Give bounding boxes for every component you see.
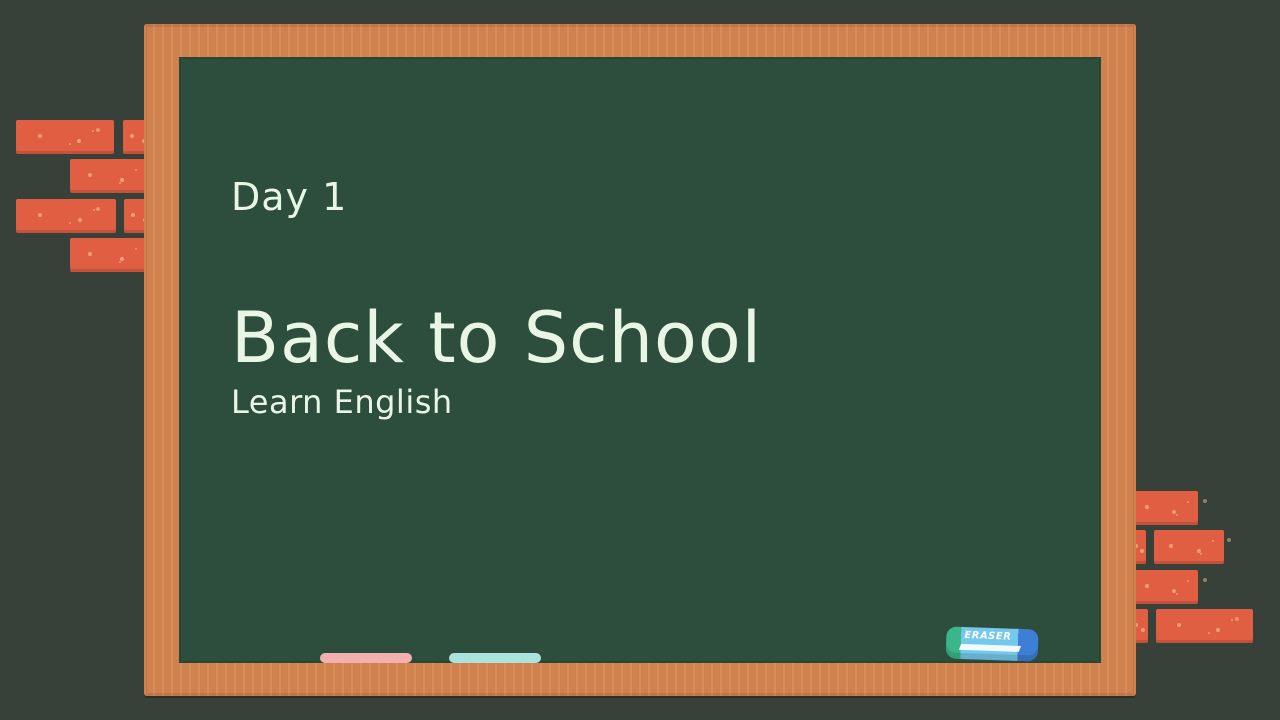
eraser-label: ERASER <box>964 629 1012 643</box>
brick <box>70 159 150 193</box>
blue-chalk-icon <box>449 653 541 663</box>
day-label[interactable]: Day 1 <box>231 175 347 219</box>
slide-subtitle[interactable]: Learn English <box>231 383 453 421</box>
brick <box>1130 570 1198 604</box>
slide-canvas: Day 1 Back to School Learn English ERASE… <box>0 0 1280 720</box>
eraser-icon: ERASER <box>945 626 1040 667</box>
brick <box>70 238 150 272</box>
pink-chalk-icon <box>320 653 412 663</box>
brick <box>16 199 116 233</box>
brick <box>16 120 114 154</box>
brick <box>1130 491 1198 525</box>
brick <box>1156 609 1253 643</box>
slide-title[interactable]: Back to School <box>231 297 762 379</box>
brick <box>1154 530 1224 564</box>
chalkboard: Day 1 Back to School Learn English <box>179 57 1101 663</box>
